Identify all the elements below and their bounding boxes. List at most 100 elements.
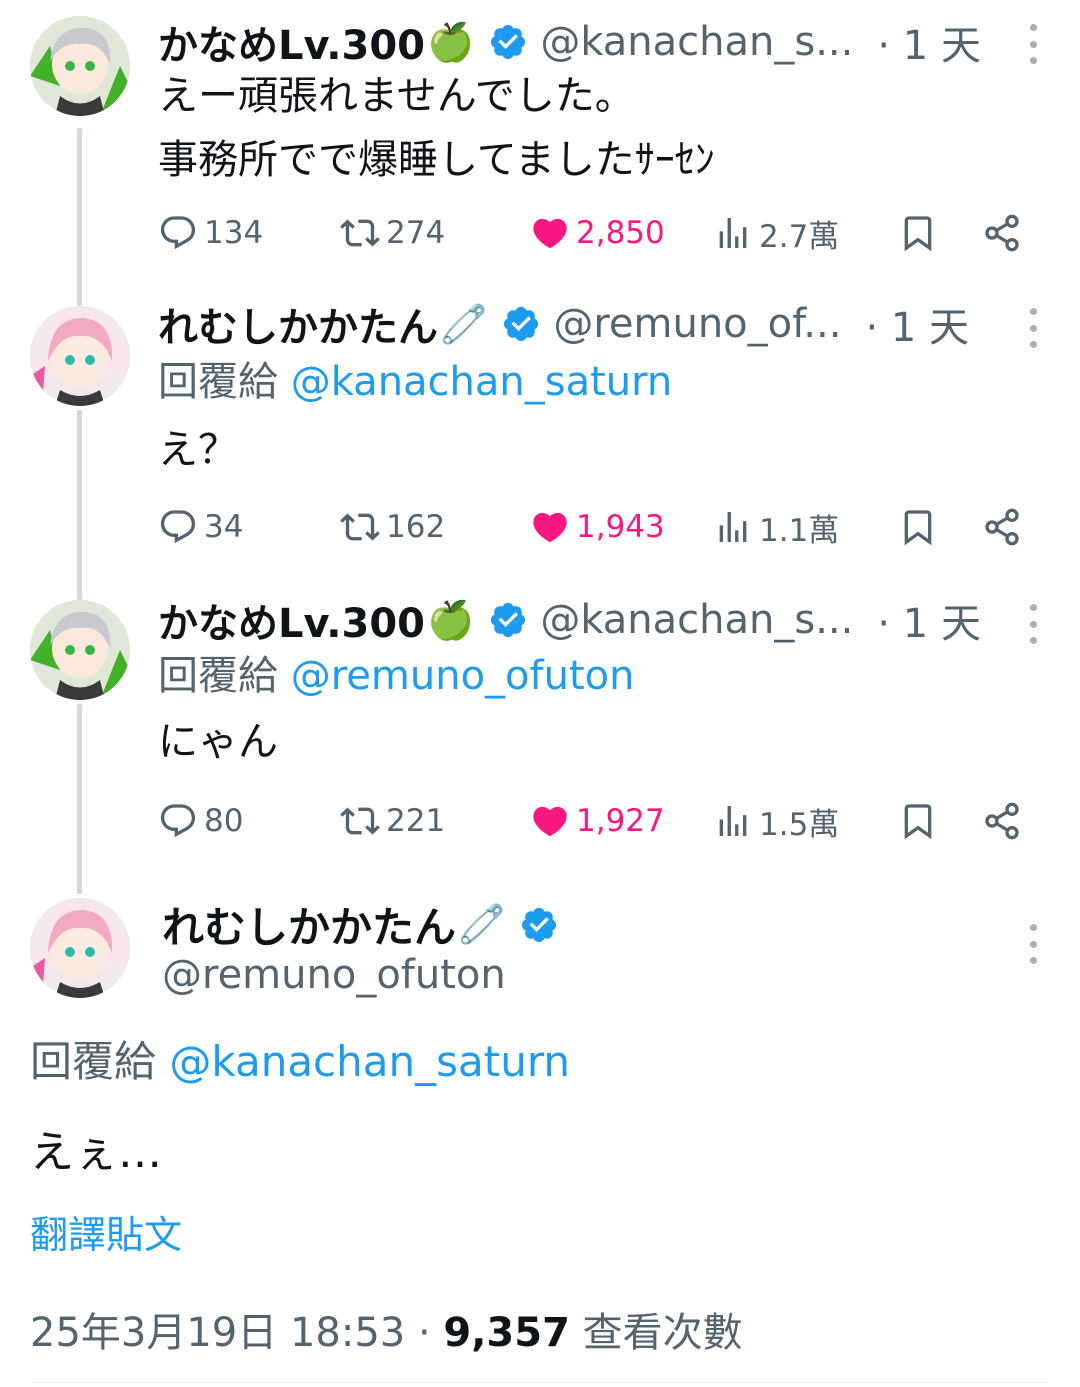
verified-badge-icon [491,602,526,638]
avatar[interactable] [30,306,130,406]
share-button[interactable] [982,208,1028,258]
reply-prefix: 回覆給 [30,1037,157,1086]
avatar[interactable] [30,898,130,998]
display-name[interactable]: かなめLv.300 [158,591,425,649]
tweet-text: え？ [158,418,238,482]
view-label: 查看次數 [582,1310,743,1356]
reply-to-line: 回覆給 @kanachan_saturn [30,1028,570,1089]
retweet-icon [340,807,380,835]
share-icon [985,508,1019,546]
like-button[interactable]: 1,927 [530,796,665,846]
verified-badge-icon [491,24,526,60]
views-icon [719,218,747,248]
retweet-count: 221 [386,803,446,839]
views-button[interactable]: 1.1萬 [713,502,839,552]
handle[interactable]: @kanachan_s... [540,19,853,65]
tweet-text-line: え？ [158,427,238,473]
name-emoji: 🧷 [458,902,506,946]
avatar-image [30,306,130,406]
display-name-text: れむしかかたん [162,903,457,952]
views-icon [719,512,747,542]
tweet-header: かなめLv.300 🍏 @kanachan_s... · 1 天 [158,14,1050,70]
action-bar: 34 162 1,943 1.1萬 [158,502,1050,552]
handle[interactable]: @kanachan_s... [540,597,853,643]
avatar[interactable] [30,16,130,116]
share-icon [985,802,1019,840]
views-count: 2.7萬 [759,218,840,255]
post-meta: 25年3月19日 18:53 · 9,357 查看次數 [30,1300,743,1358]
bookmark-button[interactable] [898,502,944,552]
display-name[interactable]: れむしかかたん [158,295,438,353]
view-count: 9,357 [443,1310,570,1356]
avatar[interactable] [30,600,130,700]
like-button[interactable]: 1,943 [530,502,665,552]
display-name[interactable]: れむしかかたん 🧷 [162,894,559,955]
bookmark-button[interactable] [898,796,944,846]
timestamp[interactable]: · 1 天 [865,295,969,353]
retweet-icon [340,219,380,247]
handle[interactable]: @remuno_ofuton [162,952,506,998]
tweet[interactable]: れむしかかたん 🧷 @remuno_of... · 1 天 回覆給 @kanac… [0,296,1080,586]
like-count: 1,927 [576,803,665,839]
reply-prefix: 回覆給 [158,653,278,699]
retweet-button[interactable]: 221 [340,796,445,846]
reply-mention-link[interactable]: @kanachan_saturn [291,359,673,405]
share-button[interactable] [982,502,1028,552]
name-emoji: 🍏 [427,597,475,642]
avatar-image [30,16,130,116]
more-icon[interactable] [1028,308,1038,348]
translate-post-link[interactable]: 翻譯貼文 [30,1204,182,1259]
more-icon[interactable] [1028,24,1038,64]
bookmark-icon [904,216,932,252]
like-icon [533,806,567,837]
like-button[interactable]: 2,850 [530,208,665,258]
retweet-button[interactable]: 274 [340,208,445,258]
more-icon[interactable] [1028,924,1038,964]
tweet-text: えー頑張れませんでした。 事務所でで爆睡してましたｻｰｾﾝ [158,64,715,192]
tweet-text: にゃん [158,710,278,774]
verified-badge-icon [522,907,557,942]
action-bar: 134 274 2,850 2.7萬 [158,208,1050,258]
like-icon [533,218,567,249]
retweet-icon [340,513,380,541]
tweet-text-line: えー頑張れませんでした。 [158,73,635,119]
display-name[interactable]: かなめLv.300 [158,13,425,71]
reply-to-line: 回覆給 @remuno_ofuton [158,648,634,704]
views-button[interactable]: 1.5萬 [713,796,839,846]
post-date[interactable]: 25年3月19日 18:53 [30,1310,405,1356]
like-count: 2,850 [576,215,665,251]
bookmark-icon [904,804,932,840]
like-icon [533,512,567,543]
views-icon [719,806,747,836]
meta-separator: · [417,1310,431,1356]
share-button[interactable] [982,796,1028,846]
bookmark-button[interactable] [898,208,944,258]
retweet-count: 274 [386,215,446,251]
retweet-button[interactable]: 162 [340,502,445,552]
reply-button[interactable]: 134 [158,208,263,258]
avatar-image [30,600,130,700]
more-icon[interactable] [1028,604,1038,644]
views-button[interactable]: 2.7萬 [713,208,839,258]
bookmark-icon [904,510,932,546]
reply-button[interactable]: 34 [158,502,243,552]
tweet-text-line: 事務所でで爆睡してましたｻｰｾﾝ [158,137,715,183]
tweet[interactable]: かなめLv.300 🍏 @kanachan_s... · 1 天 回覆給 @re… [0,590,1080,880]
reply-prefix: 回覆給 [158,359,278,405]
reply-mention-link[interactable]: @remuno_ofuton [291,653,635,699]
tweet-header: かなめLv.300 🍏 @kanachan_s... · 1 天 [158,592,1050,648]
reply-button[interactable]: 80 [158,796,243,846]
avatar-image [30,898,130,998]
timestamp[interactable]: · 1 天 [877,13,981,71]
reply-mention-link[interactable]: @kanachan_saturn [169,1037,570,1086]
action-bar: 80 221 1,927 1.5萬 [158,796,1050,846]
reply-to-line: 回覆給 @kanachan_saturn [158,354,672,410]
tweet-text: えぇ… [30,1127,162,1178]
handle[interactable]: @remuno_of... [553,301,841,347]
share-icon [985,214,1019,252]
reply-icon [160,804,196,838]
name-emoji: 🍏 [427,19,475,64]
thread-page: かなめLv.300 🍏 @kanachan_s... · 1 天 えー頑張れませ… [0,0,1080,1387]
timestamp[interactable]: · 1 天 [877,591,981,649]
tweet[interactable]: かなめLv.300 🍏 @kanachan_s... · 1 天 えー頑張れませ… [0,0,1080,290]
